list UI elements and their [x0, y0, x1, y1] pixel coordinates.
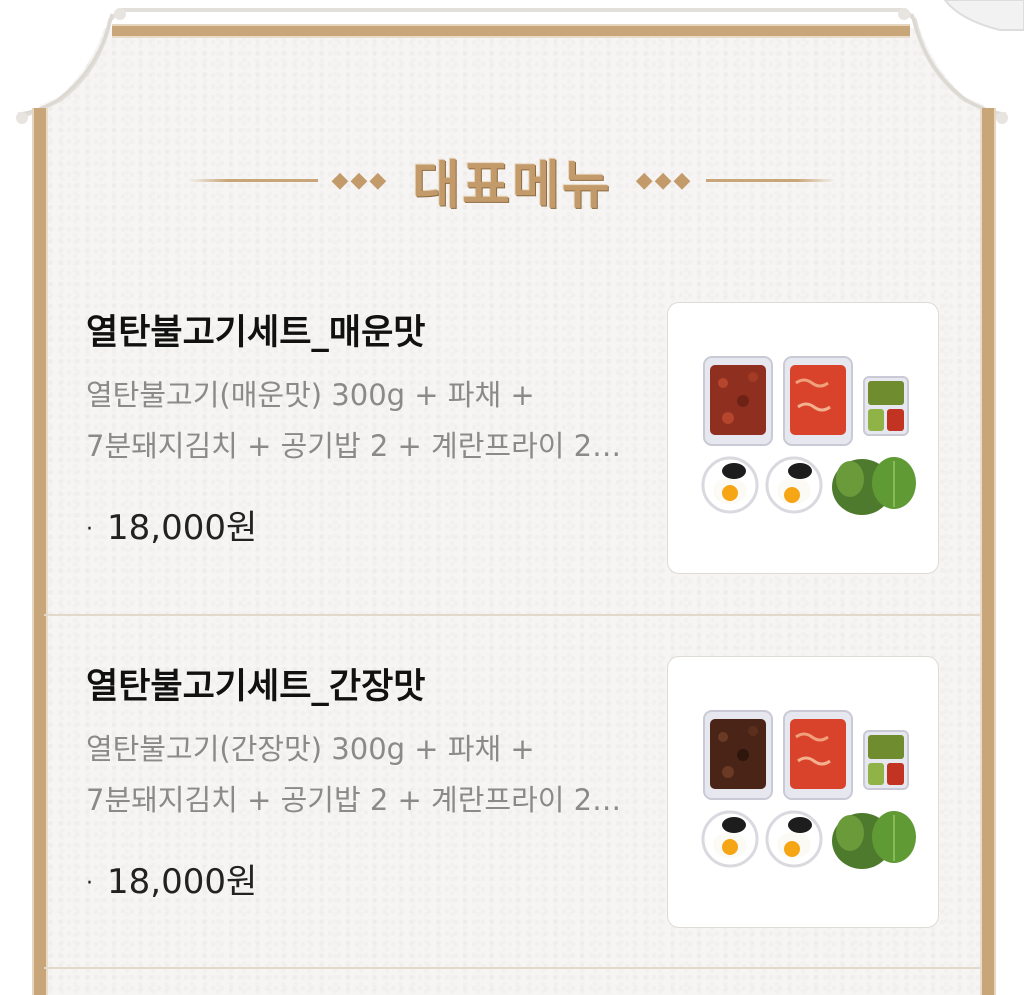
spicy-bulgogi-set-photo[interactable] [667, 302, 939, 574]
menu-page: ◆◆◆ 대표메뉴 ◆◆◆ 열탄불고기세트_매운맛 열탄불고기(매운맛) 300g… [0, 0, 1024, 995]
menu-divider [44, 967, 980, 969]
price-value: 18,000원 [107, 862, 258, 902]
menu-item-price: · 18,000원 [86, 500, 257, 549]
frame-top-border [112, 24, 910, 38]
menu-item-name: 열탄불고기세트_매운맛 [86, 313, 426, 353]
section-title: 대표메뉴 [412, 155, 612, 216]
food-set-image [701, 356, 916, 515]
heading-rule-left [187, 178, 318, 182]
price-bullet: · [86, 517, 93, 542]
section-heading: ◆◆◆ 대표메뉴 ◆◆◆ [160, 140, 864, 220]
menu-item-name: 열탄불고기세트_간장맛 [86, 667, 426, 707]
price-bullet: · [86, 871, 93, 896]
heading-rule-right [706, 178, 837, 182]
sparkle-left-icon: ◆◆◆ [331, 167, 389, 193]
menu-item-description: 열탄불고기(간장맛) 300g + 파채 + 7분돼지김치 + 공기밥 2 + … [86, 732, 626, 817]
price-value: 18,000원 [107, 508, 258, 548]
menu-item-price: · 18,000원 [86, 854, 257, 903]
menu-item-spicy[interactable]: 열탄불고기세트_매운맛 열탄불고기(매운맛) 300g + 파채 + 7분돼지김… [44, 262, 980, 616]
sparkle-right-icon: ◆◆◆ [635, 167, 693, 193]
soy-bulgogi-set-photo[interactable] [667, 656, 939, 928]
menu-item-description: 열탄불고기(매운맛) 300g + 파채 + 7분돼지김치 + 공기밥 2 + … [86, 378, 626, 463]
frame-right-border [980, 108, 996, 995]
food-set-image [701, 710, 916, 869]
menu-item-soy[interactable]: 열탄불고기세트_간장맛 열탄불고기(간장맛) 300g + 파채 + 7분돼지김… [44, 616, 980, 970]
top-frame-ornament [0, 0, 1024, 124]
